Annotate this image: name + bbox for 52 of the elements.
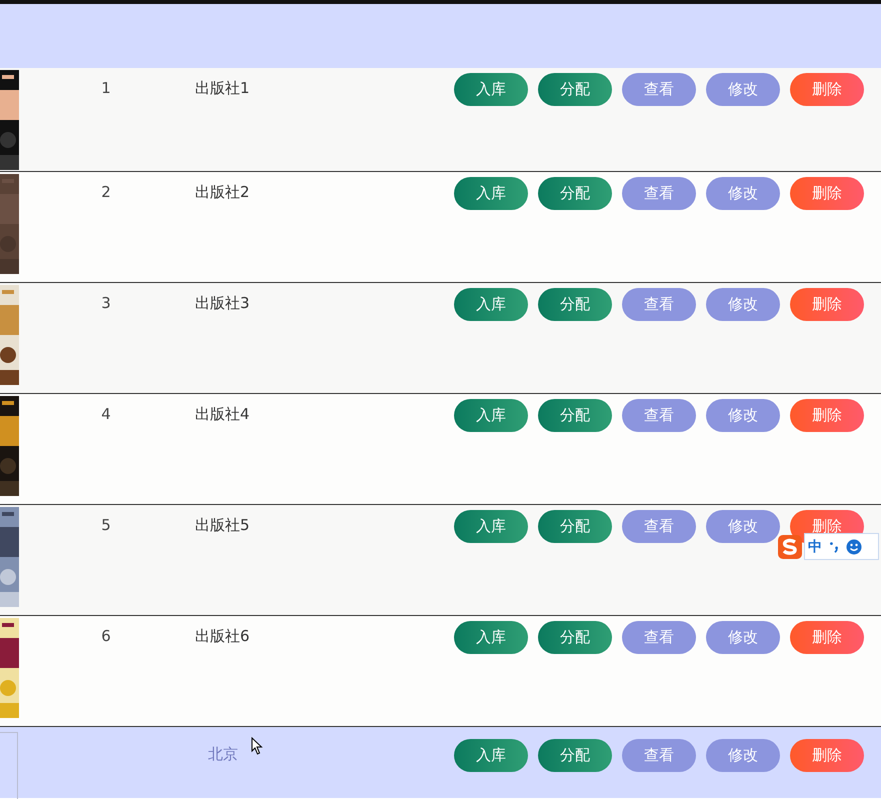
- action-button[interactable]: 分配: [538, 510, 612, 543]
- table-cell: 6: [101, 627, 111, 645]
- delete-button[interactable]: 删除: [790, 73, 864, 106]
- table-cell: 2: [101, 183, 111, 201]
- action-button[interactable]: 修改: [706, 288, 780, 321]
- action-button[interactable]: 分配: [538, 621, 612, 654]
- table-cell: 出版社1: [195, 79, 250, 97]
- cursor-icon: [251, 737, 263, 755]
- action-button[interactable]: 入库: [454, 399, 528, 432]
- action-button[interactable]: 修改: [706, 621, 780, 654]
- action-button[interactable]: 分配: [538, 73, 612, 106]
- action-button[interactable]: 入库: [454, 73, 528, 106]
- action-button[interactable]: 入库: [454, 288, 528, 321]
- table-cell: 5: [101, 516, 111, 534]
- action-button[interactable]: 查看: [622, 177, 696, 210]
- action-button[interactable]: 查看: [622, 621, 696, 654]
- action-button[interactable]: 入库: [454, 739, 528, 772]
- action-button[interactable]: 入库: [454, 621, 528, 654]
- input-method-menu[interactable]: 中: [804, 533, 879, 560]
- action-button[interactable]: 修改: [706, 177, 780, 210]
- delete-button[interactable]: 删除: [790, 288, 864, 321]
- table-cell: 北京: [208, 745, 238, 763]
- action-button[interactable]: 分配: [538, 399, 612, 432]
- table-cell: 出版社6: [195, 627, 250, 645]
- table-cell: 出版社2: [195, 183, 250, 201]
- action-button[interactable]: 分配: [538, 739, 612, 772]
- action-button[interactable]: 修改: [706, 510, 780, 543]
- action-button[interactable]: 修改: [706, 739, 780, 772]
- table-cell: 出版社5: [195, 516, 250, 534]
- table-cell: 3: [101, 294, 111, 312]
- table-cell: 出版社4: [195, 405, 250, 423]
- logo-icon[interactable]: [778, 534, 802, 558]
- delete-button[interactable]: 删除: [790, 739, 864, 772]
- action-button[interactable]: 查看: [622, 739, 696, 772]
- delete-button[interactable]: 删除: [790, 399, 864, 432]
- table-cell: 4: [101, 405, 111, 423]
- action-button[interactable]: 分配: [538, 288, 612, 321]
- smiley-icon: [846, 538, 862, 554]
- action-button[interactable]: 查看: [622, 399, 696, 432]
- action-button[interactable]: 查看: [622, 510, 696, 543]
- delete-button[interactable]: 删除: [790, 177, 864, 210]
- punctuation-icon: [828, 540, 840, 554]
- table-cell: 出版社3: [195, 294, 250, 312]
- action-button[interactable]: 入库: [454, 177, 528, 210]
- action-button[interactable]: 入库: [454, 510, 528, 543]
- action-button[interactable]: 分配: [538, 177, 612, 210]
- table-cell: 1: [101, 79, 111, 97]
- action-button[interactable]: 修改: [706, 73, 780, 106]
- delete-button[interactable]: 删除: [790, 621, 864, 654]
- action-button[interactable]: 查看: [622, 73, 696, 106]
- action-button[interactable]: 查看: [622, 288, 696, 321]
- action-button[interactable]: 修改: [706, 399, 780, 432]
